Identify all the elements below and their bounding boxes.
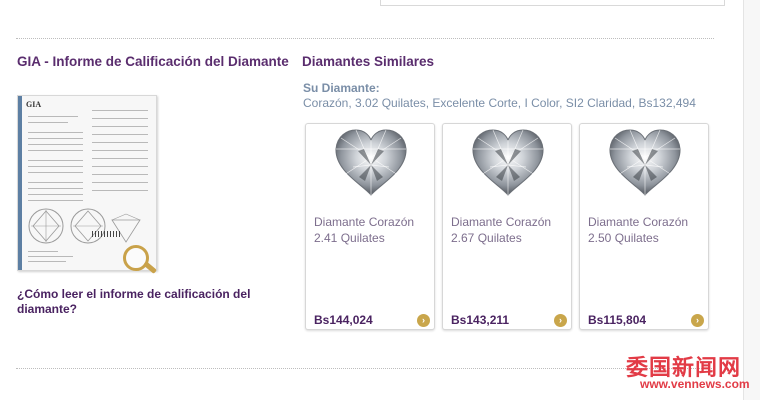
similar-diamond-card[interactable]: Diamante Corazón 2.41 Quilates Bs144,024… [305, 123, 435, 330]
heart-diamond-icon [609, 129, 681, 196]
card-carat: 2.67 Quilates [451, 231, 522, 245]
watermark-url: www.vennews.com [640, 377, 750, 391]
card-name: Diamante Corazón [451, 215, 552, 229]
gia-certificate-image[interactable]: GIA [17, 95, 157, 277]
your-diamond-description: Corazón, 3.02 Quilates, Excelente Corte,… [303, 96, 696, 110]
bottom-divider [16, 368, 714, 369]
go-arrow-icon[interactable]: › [554, 314, 567, 327]
diamond-diagram-icon [28, 208, 141, 244]
card-price: Bs115,804 [588, 313, 647, 327]
upper-panel-edge [380, 0, 725, 6]
certificate-side-band [18, 96, 22, 270]
card-name: Diamante Corazón [314, 215, 415, 229]
top-divider [16, 38, 714, 39]
go-arrow-icon[interactable]: › [691, 314, 704, 327]
gia-logo: GIA [26, 100, 42, 109]
read-report-link[interactable]: ¿Cómo leer el informe de calificación de… [17, 287, 277, 317]
card-price: Bs144,024 [314, 313, 373, 327]
card-name: Diamante Corazón [588, 215, 689, 229]
card-carat: 2.50 Quilates [588, 231, 659, 245]
similar-diamond-card[interactable]: Diamante Corazón 2.50 Quilates Bs115,804… [579, 123, 709, 330]
similar-diamond-card[interactable]: Diamante Corazón 2.67 Quilates Bs143,211… [442, 123, 572, 330]
gia-report-title: GIA - Informe de Calificación del Diaman… [17, 54, 289, 69]
go-arrow-icon[interactable]: › [417, 314, 430, 327]
your-diamond-label: Su Diamante: [303, 81, 380, 95]
similar-diamonds-title: Diamantes Similares [302, 54, 435, 69]
card-carat: 2.41 Quilates [314, 231, 385, 245]
card-price: Bs143,211 [451, 313, 510, 327]
heart-diamond-icon [335, 129, 407, 196]
scrollbar-track[interactable] [743, 0, 760, 400]
heart-diamond-icon [472, 129, 544, 196]
